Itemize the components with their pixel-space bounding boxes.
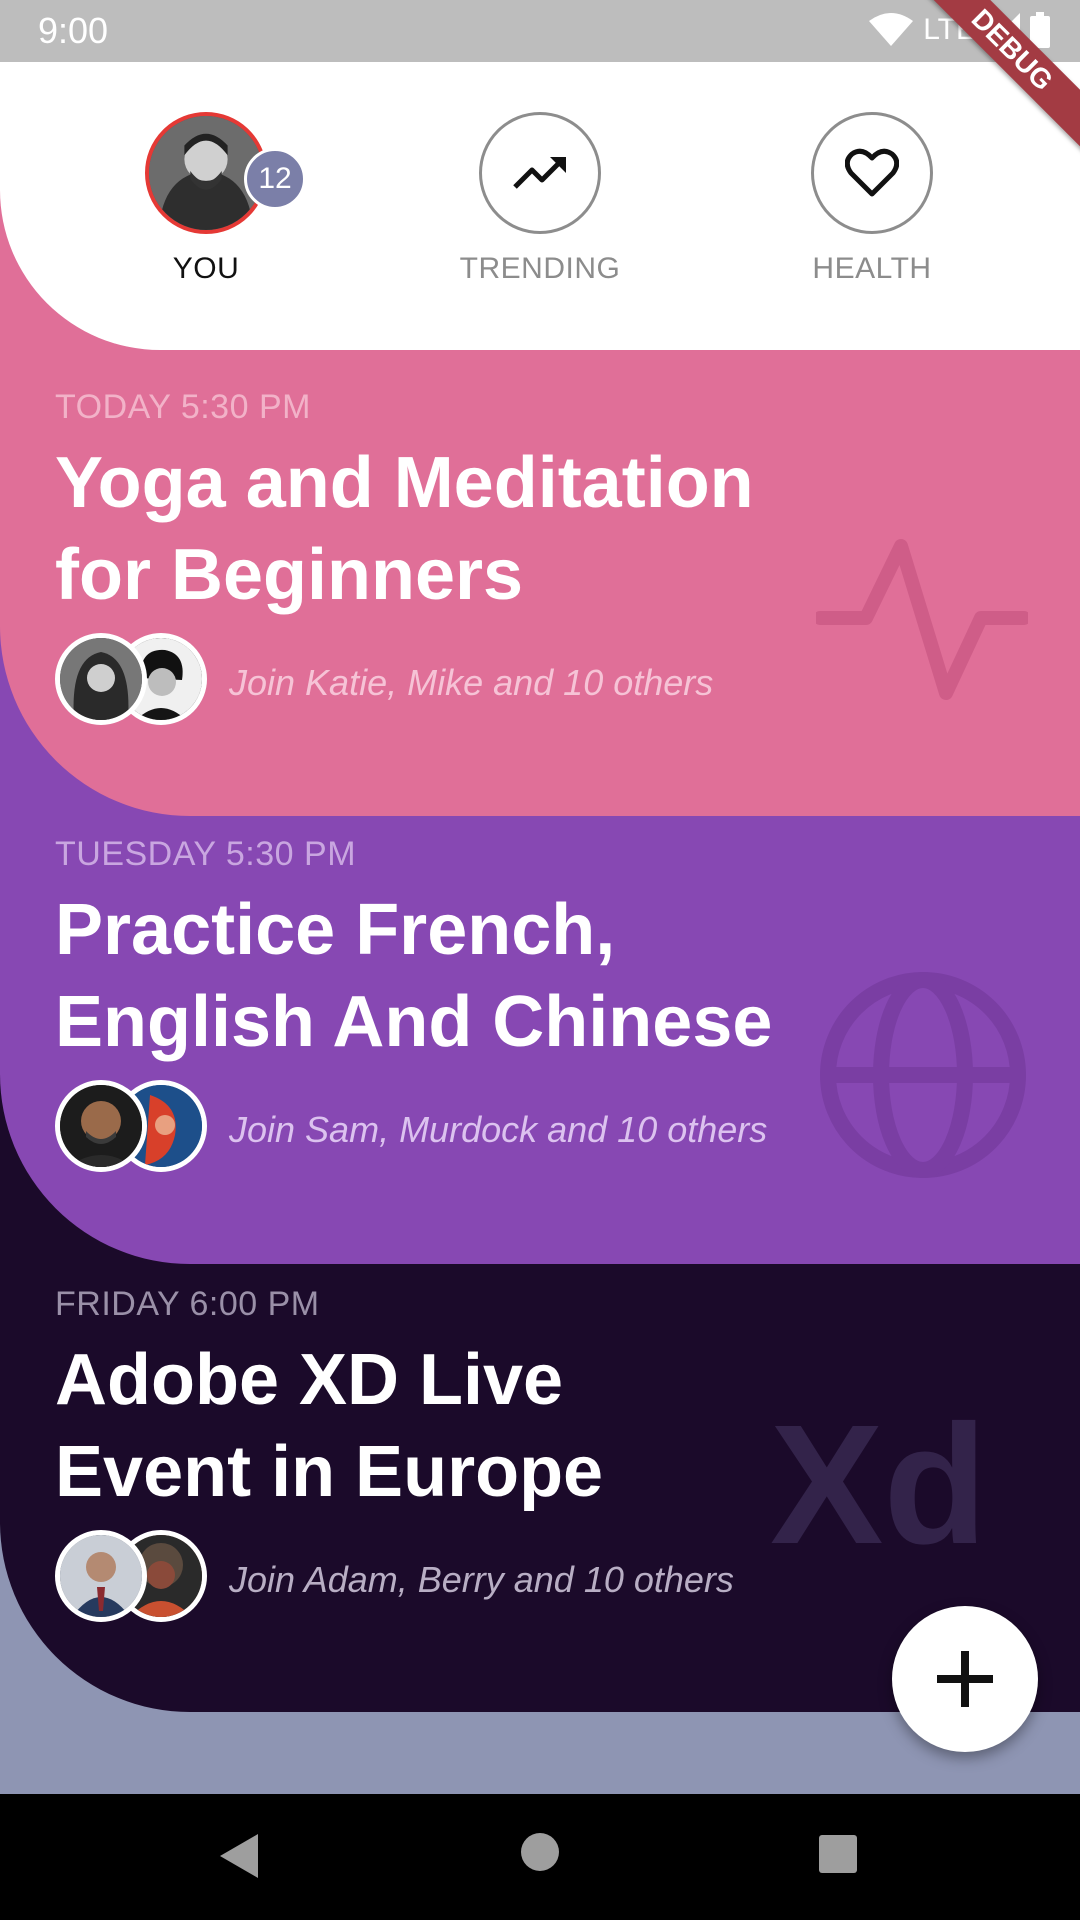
trending-up-icon (513, 157, 566, 189)
avatar (55, 1080, 147, 1172)
trending-circle (479, 112, 601, 234)
navigation-bar (0, 1794, 1080, 1920)
event-date: TODAY 5:30 PM (55, 388, 311, 426)
xd-logo-icon: Xd (770, 1390, 988, 1580)
avatar (55, 1530, 147, 1622)
globe-icon (820, 972, 1026, 1178)
status-bar: 9:00 LTE (0, 0, 1080, 62)
back-icon[interactable] (218, 1832, 260, 1880)
status-time: 9:00 (38, 10, 109, 51)
join-text: Join Adam, Berry and 10 others (229, 1559, 734, 1600)
tab-health[interactable]: HEALTH (772, 112, 972, 286)
attendee-avatars (55, 633, 207, 733)
attendees-row: Join Katie, Mike and 10 others (55, 633, 754, 733)
join-text: Join Katie, Mike and 10 others (229, 662, 714, 703)
recents-icon[interactable] (818, 1834, 858, 1874)
tab-trending[interactable]: TRENDING (440, 112, 640, 286)
attendees-row: Join Sam, Murdock and 10 others (55, 1080, 772, 1180)
event-date: FRIDAY 6:00 PM (55, 1285, 320, 1323)
attendees-row: Join Adam, Berry and 10 others (55, 1530, 734, 1630)
event-date: TUESDAY 5:30 PM (55, 835, 357, 873)
avatar (55, 633, 147, 725)
attendee-avatars (55, 1080, 207, 1180)
notification-badge: 12 (244, 148, 306, 210)
event-title: Adobe XD Live Event in Europe (55, 1340, 604, 1512)
home-icon[interactable] (520, 1832, 560, 1872)
tab-label: TRENDING (459, 252, 621, 285)
event-title: Practice French, English And Chinese (55, 890, 773, 1062)
plus-icon (937, 1651, 993, 1707)
event-title: Yoga and Meditation for Beginners (55, 443, 754, 615)
top-tabs: 12 YOU TRENDING HEALTH (0, 62, 1080, 350)
tab-label: HEALTH (812, 252, 932, 285)
attendee-avatars (55, 1530, 207, 1630)
activity-pulse-icon (816, 539, 1028, 700)
tab-you[interactable]: 12 YOU (106, 112, 306, 286)
tab-label: YOU (172, 252, 240, 285)
wifi-icon (869, 13, 914, 46)
join-text: Join Sam, Murdock and 10 others (229, 1109, 768, 1150)
heart-icon (845, 148, 899, 197)
add-event-button[interactable] (892, 1606, 1038, 1752)
health-circle (811, 112, 933, 234)
